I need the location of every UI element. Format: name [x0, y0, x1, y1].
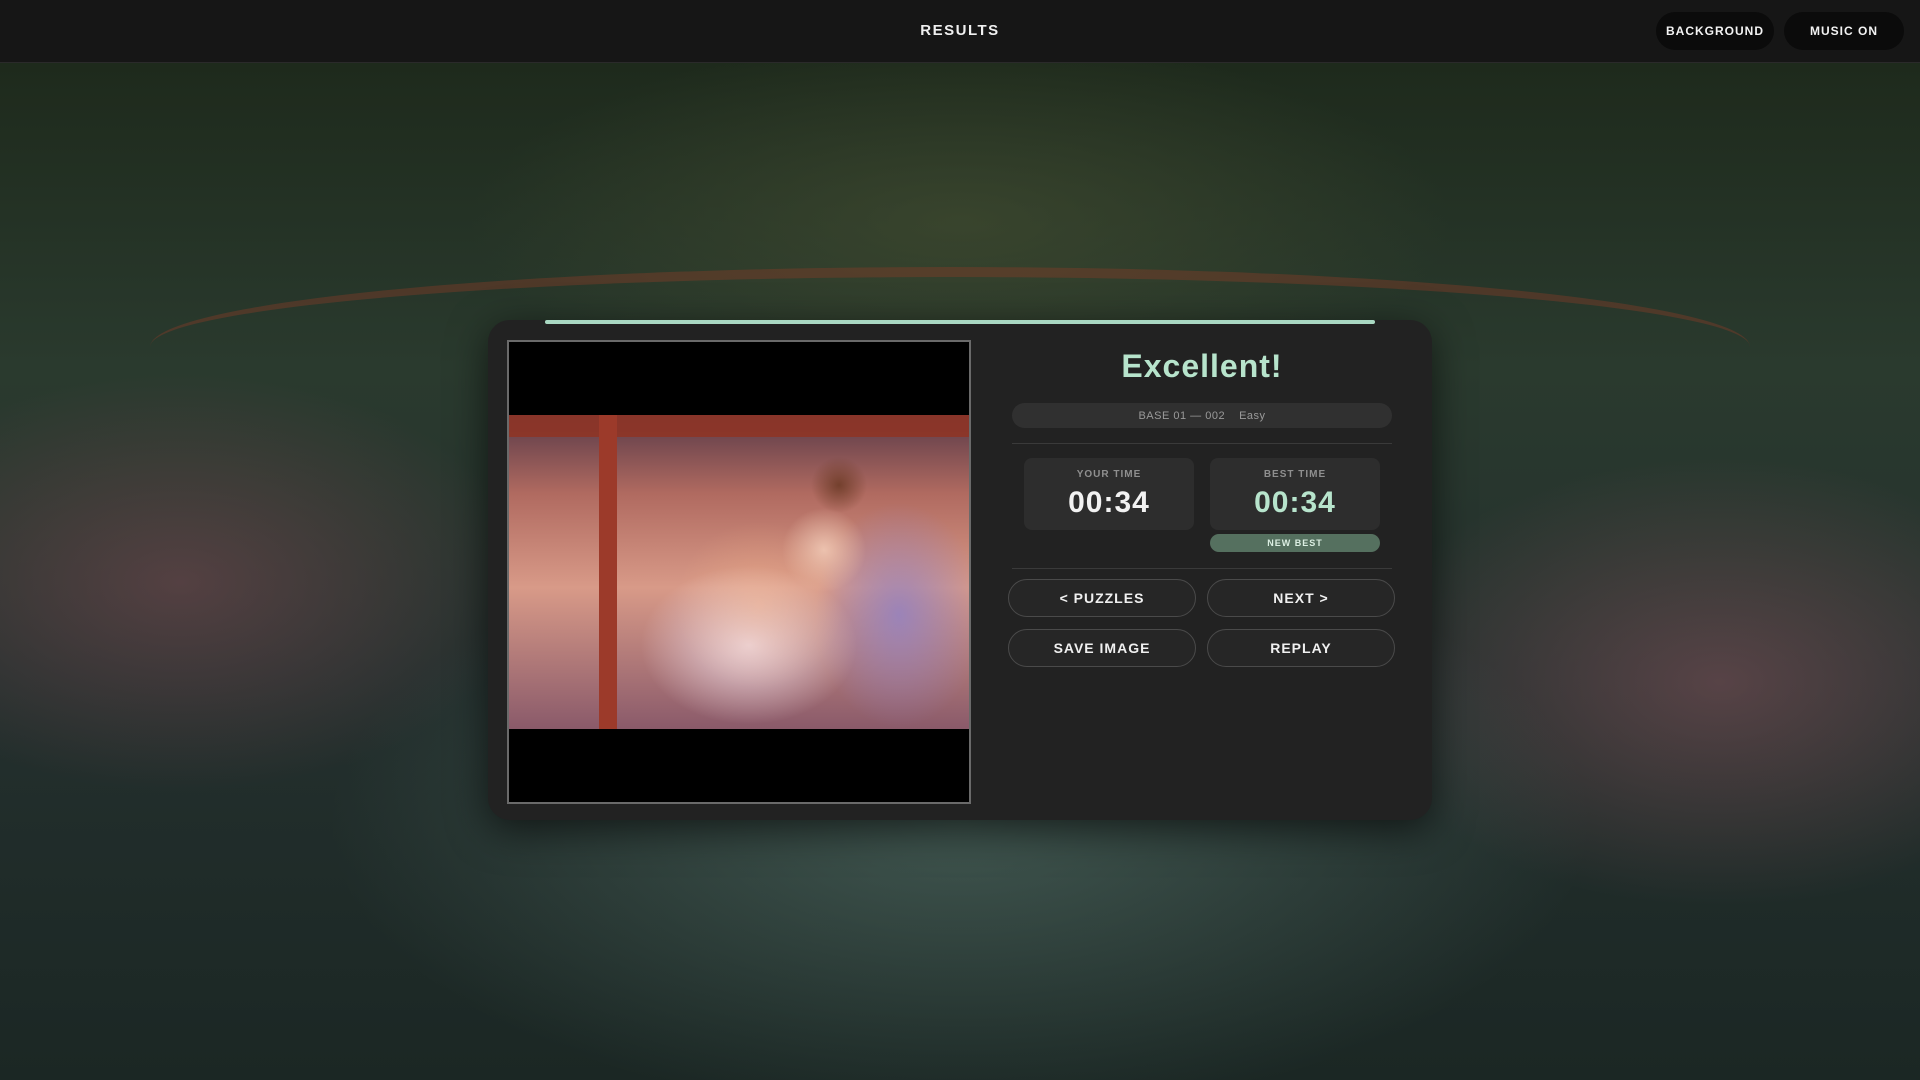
your-time-panel: YOUR TIME 00:34 [1024, 458, 1194, 530]
page-title: RESULTS [920, 22, 1000, 39]
best-time-panel: BEST TIME 00:34 [1210, 458, 1380, 530]
save-image-button[interactable]: SAVE IMAGE [1008, 629, 1196, 667]
divider-bottom [1012, 568, 1392, 569]
background-button[interactable]: BACKGROUND [1656, 12, 1774, 50]
your-time-value: 00:34 [1068, 486, 1150, 519]
puzzles-button[interactable]: < PUZZLES [1008, 579, 1196, 617]
result-heading: Excellent! [1121, 348, 1283, 384]
your-time-label: YOUR TIME [1076, 469, 1142, 480]
completed-puzzle-image [507, 340, 971, 804]
next-button[interactable]: NEXT > [1207, 579, 1395, 617]
gate-pillar [599, 415, 617, 729]
top-bar: RESULTS BACKGROUND MUSIC ON [0, 0, 1920, 63]
card-accent-bar [545, 320, 1375, 324]
best-time-value: 00:34 [1254, 486, 1336, 519]
puzzle-artwork [509, 415, 969, 729]
puzzle-info-tag: BASE 01 — 002 Easy [1012, 403, 1392, 428]
difficulty-label: Easy [1239, 409, 1266, 422]
new-best-badge: NEW BEST [1210, 534, 1380, 552]
best-time-label: BEST TIME [1263, 469, 1327, 480]
divider-top [1012, 443, 1392, 444]
music-toggle-button[interactable]: MUSIC ON [1784, 12, 1904, 50]
puzzle-id: BASE 01 — 002 [1138, 409, 1226, 422]
replay-button[interactable]: REPLAY [1207, 629, 1395, 667]
gate-lintel [509, 415, 969, 437]
